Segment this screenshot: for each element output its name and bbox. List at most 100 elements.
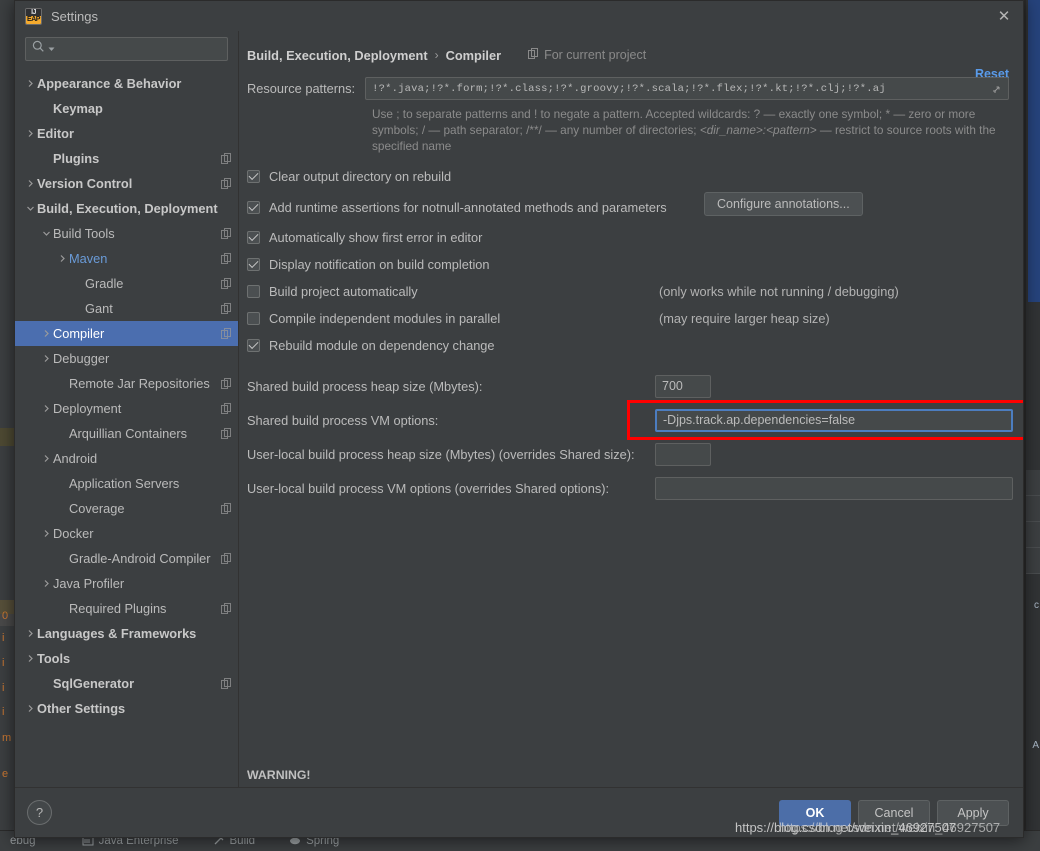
chevron-right-icon[interactable]: [39, 404, 53, 413]
close-icon[interactable]: ✕: [991, 4, 1017, 28]
sidebar-item-build-tools[interactable]: Build Tools: [15, 221, 238, 246]
sidebar-item-required-plugins[interactable]: Required Plugins: [15, 596, 238, 621]
sidebar-item-keymap[interactable]: Keymap: [15, 96, 238, 121]
resource-patterns-row: Resource patterns: !?*.java;!?*.form;!?*…: [247, 77, 1009, 100]
sidebar-item-docker[interactable]: Docker: [15, 521, 238, 546]
search-box[interactable]: [25, 37, 228, 61]
checkbox-build-project-automatically[interactable]: [247, 285, 260, 298]
chevron-right-icon[interactable]: [55, 254, 69, 263]
sidebar-item-application-servers[interactable]: Application Servers: [15, 471, 238, 496]
checkbox-automatically-show-first-error-in-editor[interactable]: [247, 231, 260, 244]
checkbox-add-runtime-assertions-for-notnull-annotated-methods-and-parameters[interactable]: [247, 200, 260, 214]
field-input-1[interactable]: -Djps.track.ap.dependencies=false: [655, 408, 1013, 432]
chevron-right-icon[interactable]: [23, 129, 37, 138]
sidebar-item-editor[interactable]: Editor: [15, 121, 238, 146]
search-icon: [32, 40, 45, 58]
sidebar-item-label: Coverage: [69, 501, 125, 516]
sidebar-item-sqlgenerator[interactable]: SqlGenerator: [15, 671, 238, 696]
checkbox-label[interactable]: Add runtime assertions for notnull-annot…: [269, 200, 667, 215]
copy-settings-icon[interactable]: [221, 228, 232, 239]
checkbox-label[interactable]: Build project automatically: [269, 284, 418, 299]
sidebar-item-build-execution-deployment[interactable]: Build, Execution, Deployment: [15, 196, 238, 221]
copy-settings-icon[interactable]: [221, 278, 232, 289]
dialog-footer: ? OK Cancel Apply: [15, 787, 1023, 837]
copy-settings-icon[interactable]: [221, 153, 232, 164]
copy-settings-icon[interactable]: [221, 678, 232, 689]
checkbox-clear-output-directory-on-rebuild[interactable]: [247, 170, 260, 183]
sidebar-item-plugins[interactable]: Plugins: [15, 146, 238, 171]
chevron-down-icon[interactable]: [23, 204, 37, 213]
sidebar-item-gradle-android-compiler[interactable]: Gradle-Android Compiler: [15, 546, 238, 571]
sidebar-item-gant[interactable]: Gant: [15, 296, 238, 321]
checkbox-label[interactable]: Rebuild module on dependency change: [269, 338, 495, 353]
sidebar-item-languages-frameworks[interactable]: Languages & Frameworks: [15, 621, 238, 646]
sidebar-item-debugger[interactable]: Debugger: [15, 346, 238, 371]
search-input[interactable]: [58, 41, 221, 57]
chevron-right-icon[interactable]: [23, 179, 37, 188]
sidebar-item-compiler[interactable]: Compiler: [15, 321, 238, 346]
copy-settings-icon[interactable]: [221, 403, 232, 414]
chevron-right-icon[interactable]: [39, 329, 53, 338]
sidebar-item-label: Languages & Frameworks: [37, 626, 197, 641]
checkbox-label[interactable]: Automatically show first error in editor: [269, 230, 482, 245]
chevron-right-icon[interactable]: [39, 579, 53, 588]
checkbox-label[interactable]: Compile independent modules in parallel: [269, 311, 500, 326]
copy-settings-icon[interactable]: [221, 378, 232, 389]
configure-annotations-button[interactable]: Configure annotations...: [704, 192, 863, 216]
copy-settings-icon[interactable]: [221, 303, 232, 314]
sidebar-item-arquillian-containers[interactable]: Arquillian Containers: [15, 421, 238, 446]
copy-settings-icon[interactable]: [221, 503, 232, 514]
field-input-2[interactable]: [655, 442, 711, 466]
sidebar-item-tools[interactable]: Tools: [15, 646, 238, 671]
search-dropdown-icon[interactable]: [48, 40, 55, 58]
chevron-down-icon[interactable]: [39, 229, 53, 238]
option-row: Compile independent modules in parallel (…: [247, 305, 1009, 332]
copy-settings-icon[interactable]: [221, 178, 232, 189]
checkbox-label[interactable]: Display notification on build completion: [269, 257, 490, 272]
field-input-3[interactable]: [655, 476, 1013, 500]
sidebar-item-coverage[interactable]: Coverage: [15, 496, 238, 521]
checkbox-compile-independent-modules-in-parallel[interactable]: [247, 312, 260, 325]
sidebar-item-label: Tools: [37, 651, 71, 666]
sidebar-item-label: Plugins: [53, 151, 100, 166]
sidebar-item-gradle[interactable]: Gradle: [15, 271, 238, 296]
expand-icon[interactable]: [991, 82, 1003, 100]
sidebar-item-label: Build Tools: [53, 226, 115, 241]
sidebar-item-label: Docker: [53, 526, 94, 541]
sidebar-item-other-settings[interactable]: Other Settings: [15, 696, 238, 721]
sidebar-item-android[interactable]: Android: [15, 446, 238, 471]
ok-button[interactable]: OK: [779, 799, 851, 826]
background-right-rows: [1026, 470, 1040, 580]
checkbox-display-notification-on-build-completion[interactable]: [247, 258, 260, 271]
chevron-right-icon[interactable]: [39, 354, 53, 363]
background-scrollbar-thumb[interactable]: [1028, 0, 1040, 302]
copy-settings-icon[interactable]: [221, 253, 232, 264]
chevron-right-icon[interactable]: [23, 79, 37, 88]
breadcrumb-segment-1: Build, Execution, Deployment: [247, 47, 428, 63]
chevron-right-icon[interactable]: [39, 454, 53, 463]
copy-settings-icon[interactable]: [221, 428, 232, 439]
chevron-right-icon[interactable]: [23, 704, 37, 713]
sidebar-item-remote-jar-repositories[interactable]: Remote Jar Repositories: [15, 371, 238, 396]
help-button[interactable]: ?: [27, 800, 52, 825]
sidebar-item-version-control[interactable]: Version Control: [15, 171, 238, 196]
sidebar-item-maven[interactable]: Maven: [15, 246, 238, 271]
background-left-char-2: i: [2, 657, 5, 669]
copy-settings-icon[interactable]: [221, 553, 232, 564]
copy-settings-icon[interactable]: [221, 603, 232, 614]
chevron-right-icon[interactable]: [23, 629, 37, 638]
sidebar-item-appearance-behavior[interactable]: Appearance & Behavior: [15, 71, 238, 96]
checkbox-rebuild-module-on-dependency-change[interactable]: [247, 339, 260, 352]
compiler-options-list: Clear output directory on rebuild Add run…: [247, 163, 1009, 359]
chevron-right-icon[interactable]: [23, 654, 37, 663]
field-input-0[interactable]: 700: [655, 374, 711, 398]
background-right-char-1: A: [1032, 740, 1039, 751]
chevron-right-icon[interactable]: [39, 529, 53, 538]
resource-patterns-input[interactable]: !?*.java;!?*.form;!?*.class;!?*.groovy;!…: [365, 77, 1009, 100]
checkbox-label[interactable]: Clear output directory on rebuild: [269, 169, 451, 184]
sidebar-item-java-profiler[interactable]: Java Profiler: [15, 571, 238, 596]
sidebar-item-deployment[interactable]: Deployment: [15, 396, 238, 421]
apply-button[interactable]: Apply: [937, 799, 1009, 826]
cancel-button[interactable]: Cancel: [858, 799, 930, 826]
copy-settings-icon[interactable]: [221, 328, 232, 339]
